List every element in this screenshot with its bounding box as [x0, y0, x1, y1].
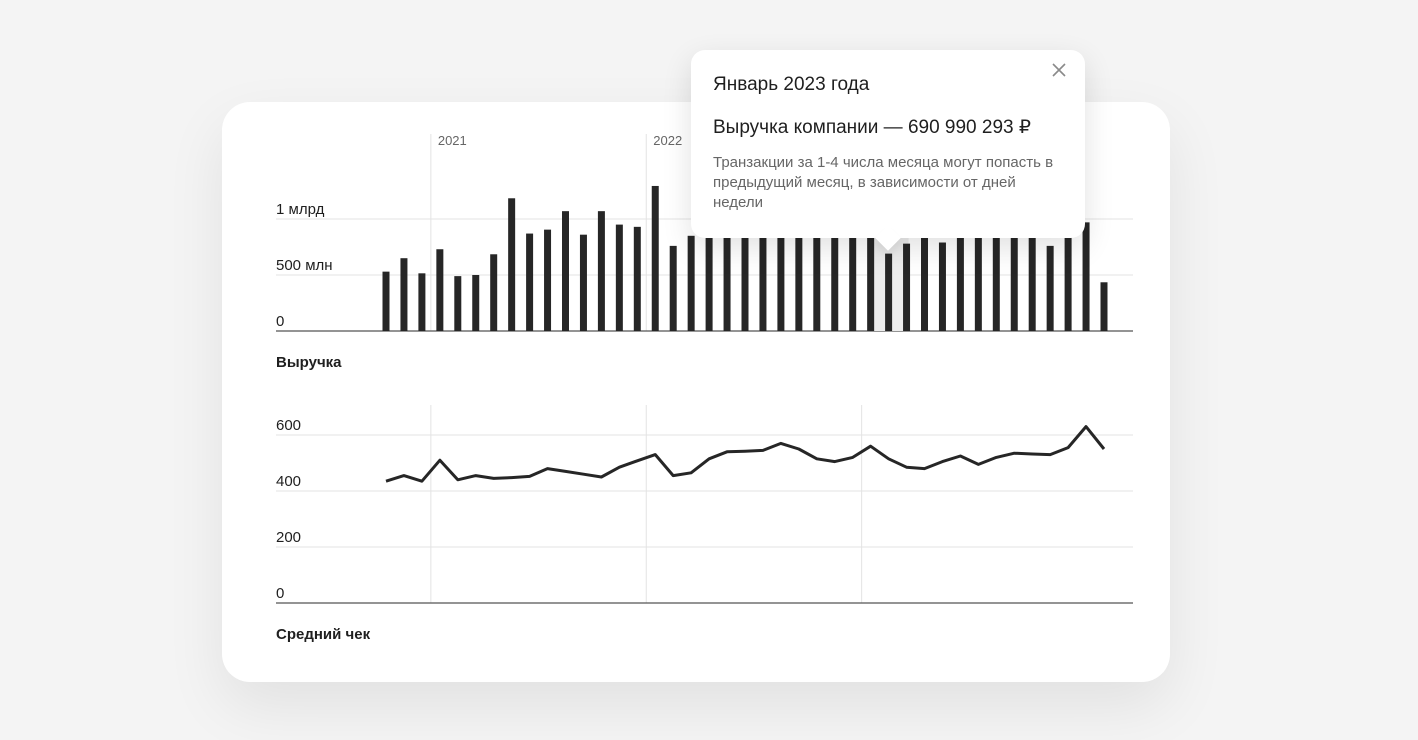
- y-tick-label: 0: [276, 313, 284, 330]
- revenue-bar[interactable]: [1046, 245, 1054, 331]
- y-tick-label: 200: [276, 529, 301, 546]
- revenue-bar[interactable]: [759, 223, 767, 331]
- revenue-bar[interactable]: [1100, 282, 1108, 331]
- revenue-bar[interactable]: [472, 275, 480, 331]
- revenue-bar[interactable]: [669, 245, 677, 331]
- revenue-bar[interactable]: [741, 224, 749, 331]
- revenue-bar[interactable]: [1082, 222, 1090, 331]
- tooltip-revenue: Выручка компании — 690 990 293 ₽: [713, 117, 1031, 138]
- revenue-bar[interactable]: [544, 229, 552, 331]
- revenue-bar[interactable]: [615, 224, 623, 331]
- revenue-bar[interactable]: [400, 258, 408, 331]
- revenue-bar[interactable]: [633, 226, 641, 331]
- revenue-bar[interactable]: [651, 185, 659, 331]
- revenue-bar[interactable]: [921, 235, 928, 331]
- revenue-bar[interactable]: [1010, 227, 1018, 331]
- revenue-bar[interactable]: [562, 211, 569, 331]
- average-check-chart-title: Средний чек: [276, 626, 371, 643]
- year-label: 2021: [438, 133, 467, 148]
- revenue-bar[interactable]: [992, 229, 1000, 331]
- revenue-bar[interactable]: [885, 253, 893, 331]
- revenue-bar[interactable]: [526, 233, 534, 331]
- revenue-bar[interactable]: [867, 227, 875, 331]
- revenue-bar[interactable]: [597, 211, 605, 331]
- revenue-bar[interactable]: [974, 230, 982, 331]
- revenue-bar[interactable]: [903, 243, 911, 331]
- tooltip-month: Январь 2023 года: [713, 74, 870, 95]
- y-tick-label: 500 млн: [276, 257, 333, 274]
- revenue-bar[interactable]: [687, 235, 695, 331]
- revenue-bar[interactable]: [1064, 225, 1072, 331]
- revenue-bar[interactable]: [849, 225, 857, 331]
- average-check-chart: 0 200 400 600 Средний чек: [276, 405, 1133, 643]
- revenue-bar[interactable]: [508, 198, 516, 331]
- revenue-bar[interactable]: [705, 230, 713, 331]
- revenue-bar[interactable]: [418, 273, 426, 331]
- revenue-bar[interactable]: [579, 234, 587, 331]
- revenue-bar[interactable]: [436, 249, 444, 331]
- y-tick-label: 1 млрд: [276, 201, 325, 218]
- revenue-bar[interactable]: [723, 227, 731, 331]
- revenue-tooltip: Январь 2023 года Выручка компании — 690 …: [691, 50, 1085, 251]
- tooltip-note: Транзакции за 1-4 числа месяца могут поп…: [713, 154, 1054, 211]
- close-icon[interactable]: [1049, 60, 1069, 80]
- revenue-bar[interactable]: [454, 276, 462, 331]
- revenue-bar[interactable]: [956, 232, 964, 331]
- revenue-bar[interactable]: [831, 223, 839, 331]
- revenue-bar[interactable]: [938, 242, 946, 331]
- y-tick-label: 0: [276, 585, 284, 602]
- revenue-chart-title: Выручка: [276, 354, 342, 371]
- revenue-bar[interactable]: [490, 254, 498, 331]
- year-label: 2022: [653, 133, 682, 148]
- y-tick-label: 400: [276, 473, 301, 490]
- revenue-bar[interactable]: [382, 271, 390, 331]
- revenue-bar[interactable]: [1028, 225, 1036, 331]
- y-tick-label: 600: [276, 417, 301, 434]
